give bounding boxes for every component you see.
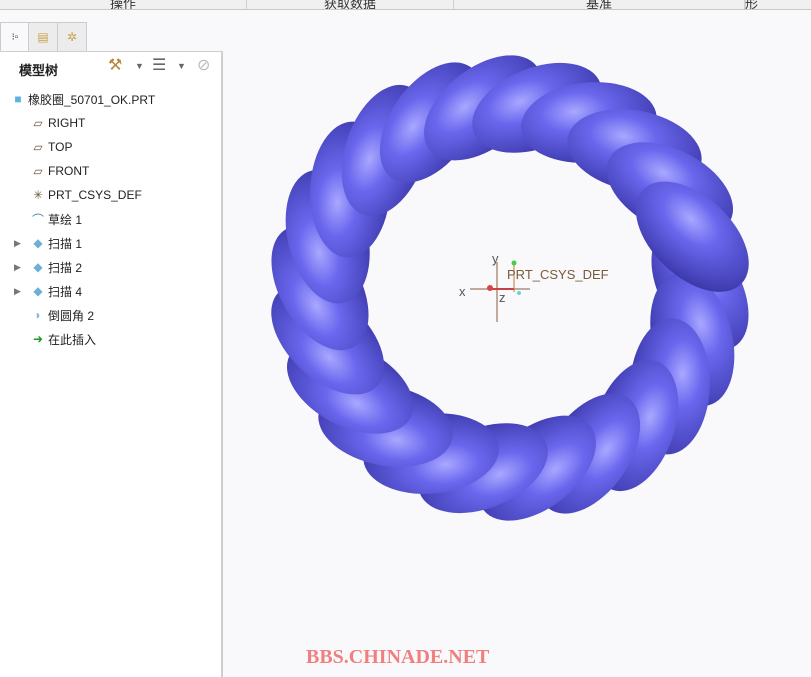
- axis-x-label: x: [459, 284, 466, 299]
- axis-z-label: z: [499, 290, 506, 305]
- csys-label: PRT_CSYS_DEF: [507, 267, 609, 282]
- watermark: BBS.CHINADE.NET: [306, 646, 490, 668]
- axis-y-label: y: [492, 251, 499, 266]
- graphics-viewport[interactable]: x y z: [0, 0, 811, 676]
